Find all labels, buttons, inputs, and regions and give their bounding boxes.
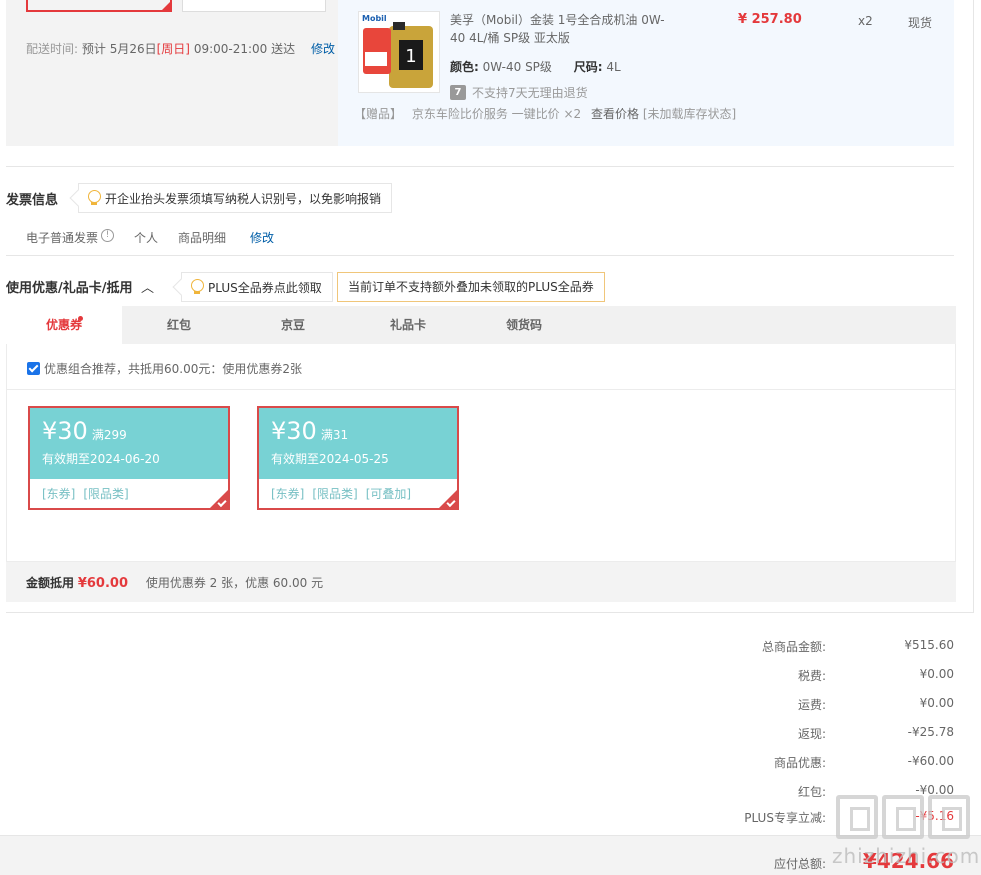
selected-check-icon: [160, 0, 172, 12]
coupon-amount: ¥30: [271, 417, 317, 445]
tab-coupons-label: 优惠券: [45, 318, 82, 332]
coupon-tags: [东券] [限品类]: [30, 479, 228, 502]
invoice-type: 电子普通发票: [26, 231, 99, 245]
delivery-date: 预计 5月26日: [81, 42, 157, 56]
watermark-logo: [836, 795, 976, 843]
invoice-title: 发票信息: [6, 193, 59, 208]
bulb-icon: [87, 190, 101, 206]
total-row-label: 运费:: [797, 698, 826, 712]
divider: [7, 389, 955, 390]
coupon-expiry: 有效期至2024-06-20: [42, 452, 160, 466]
payable-label: 应付总额:: [773, 857, 826, 871]
product-title[interactable]: 美孚（Mobil）金装 1号全合成机油 0W-40 4L/桶 SP级 亚太版: [450, 11, 675, 47]
product-attributes: 颜色: 0W-40 SP级 尺码: 4L: [450, 58, 621, 75]
gift-tag: 【赠品】: [354, 107, 403, 121]
coupon-card[interactable]: ¥30 满299 有效期至2024-06-20 [东券] [限品类]: [28, 406, 230, 510]
coupon-amount: ¥30: [42, 417, 88, 445]
size-label: 尺码:: [573, 60, 603, 74]
summary-label: 金额抵用: [26, 576, 75, 590]
delivery-panel: [6, 0, 338, 146]
divider: [973, 0, 974, 612]
tab-coupons[interactable]: 优惠券: [6, 306, 122, 344]
coupon-condition: 满299: [91, 428, 127, 442]
total-row-value: ¥0.00: [919, 696, 954, 710]
divider: [6, 612, 974, 613]
product-image-badge: 1: [405, 46, 416, 67]
combo-text: 优惠组合推荐，共抵用60.00元：使用优惠券2张: [44, 362, 302, 376]
shipping-option[interactable]: [182, 0, 326, 12]
total-row-label: PLUS专享立减:: [744, 811, 826, 825]
oil-can-icon: 1 Mobil: [359, 12, 439, 92]
gift-price-link[interactable]: 查看价格: [591, 107, 639, 121]
notification-dot-icon: [78, 316, 83, 321]
delivery-modify-link[interactable]: 修改: [311, 42, 335, 56]
color-label: 颜色:: [450, 60, 479, 74]
delivery-window: 09:00-21:00 送达: [193, 42, 296, 56]
summary-text: 使用优惠券 2 张，优惠 60.00 元: [145, 576, 324, 590]
coupon-tag: [限品类]: [83, 487, 129, 501]
tab-red-packet[interactable]: 红包: [122, 306, 236, 344]
total-row-value: ¥515.60: [904, 638, 954, 652]
total-row-label: 红包:: [797, 785, 826, 799]
bulb-icon: [190, 279, 204, 295]
gift-text: 京东车险比价服务 一键比价 ×2: [411, 107, 582, 121]
gift-line: 【赠品】 京东车险比价服务 一键比价 ×2 查看价格 [未加载库存状态]: [354, 105, 736, 122]
coupon-tag: [东券]: [42, 487, 76, 501]
coupon-tag: [限品类]: [312, 487, 358, 501]
total-row-value: ¥0.00: [919, 667, 954, 681]
divider: [6, 166, 954, 167]
delivery-day: [周日]: [156, 42, 190, 56]
plus-coupon-tip[interactable]: PLUS全品券点此领取: [172, 272, 333, 302]
product-quantity: x2: [858, 14, 873, 28]
plus-coupon-tip-text[interactable]: PLUS全品券点此领取: [208, 279, 322, 296]
invoice-tip: 开企业抬头发票须填写纳税人识别号，以免影响报销: [69, 183, 393, 213]
product-image[interactable]: 1 Mobil: [358, 11, 440, 93]
invoice-details: 电子普通发票! 个人 商品明细 修改: [26, 229, 274, 246]
total-row-value: -¥60.00: [907, 754, 954, 768]
summary-amount: ¥60.00: [77, 576, 129, 591]
no-return-notice: 7 不支持7天无理由退货: [450, 84, 588, 101]
collapse-caret-icon[interactable]: ︿: [141, 281, 154, 296]
no-return-icon: 7: [450, 85, 466, 100]
divider: [6, 255, 954, 256]
size-value: 4L: [606, 60, 621, 74]
total-row-label: 总商品金额:: [761, 640, 826, 654]
tab-pickup-code[interactable]: 领货码: [466, 306, 582, 344]
color-value: 0W-40 SP级: [482, 60, 552, 74]
coupons-title-text: 使用优惠/礼品卡/抵用: [6, 281, 133, 296]
tab-jd-beans[interactable]: 京豆: [236, 306, 350, 344]
coupon-tag: [可叠加]: [365, 487, 412, 501]
combo-checkbox[interactable]: [27, 362, 40, 375]
no-return-text: 不支持7天无理由退货: [472, 86, 588, 100]
product-image-brand: Mobil: [362, 14, 387, 23]
coupon-card[interactable]: ¥30 满31 有效期至2024-05-25 [东券] [限品类] [可叠加]: [257, 406, 459, 510]
invoice-tip-text: 开企业抬头发票须填写纳税人识别号，以免影响报销: [105, 191, 382, 206]
coupon-condition: 满31: [320, 428, 349, 442]
info-icon[interactable]: !: [101, 229, 115, 242]
plus-coupon-warning: 当前订单不支持额外叠加未领取的PLUS全品券: [337, 272, 605, 302]
invoice-modify-link[interactable]: 修改: [250, 229, 274, 246]
coupon-expiry: 有效期至2024-05-25: [271, 452, 389, 466]
delivery-label: 配送时间:: [26, 42, 79, 56]
total-row-label: 税费:: [797, 669, 826, 683]
invoice-holder: 个人: [134, 231, 159, 245]
total-row-label: 返现:: [797, 727, 826, 741]
coupon-tags: [东券] [限品类] [可叠加]: [259, 479, 457, 502]
discount-summary: 金额抵用 ¥60.00 使用优惠券 2 张，优惠 60.00 元: [26, 574, 323, 591]
watermark-text: zhizhizhi.com: [832, 844, 981, 868]
delivery-time: 配送时间: 预计 5月26日[周日] 09:00-21:00 送达 修改: [26, 40, 335, 57]
coupons-section-title[interactable]: 使用优惠/礼品卡/抵用 ︿: [6, 277, 154, 296]
product-price: ¥ 257.80: [738, 12, 802, 27]
product-stock-status: 现货: [908, 16, 933, 30]
shipping-option-selected[interactable]: [26, 0, 172, 12]
coupon-tabs: 优惠券 红包 京豆 礼品卡 领货码: [6, 306, 956, 344]
combo-recommendation[interactable]: 优惠组合推荐，共抵用60.00元：使用优惠券2张: [27, 360, 302, 377]
gift-stock-status: [未加载库存状态]: [642, 107, 737, 121]
total-row-value: -¥25.78: [907, 725, 954, 739]
invoice-content: 商品明细: [178, 231, 227, 245]
tab-gift-card[interactable]: 礼品卡: [350, 306, 466, 344]
total-row-label: 商品优惠:: [773, 756, 826, 770]
coupon-tag: [东券]: [271, 487, 305, 501]
